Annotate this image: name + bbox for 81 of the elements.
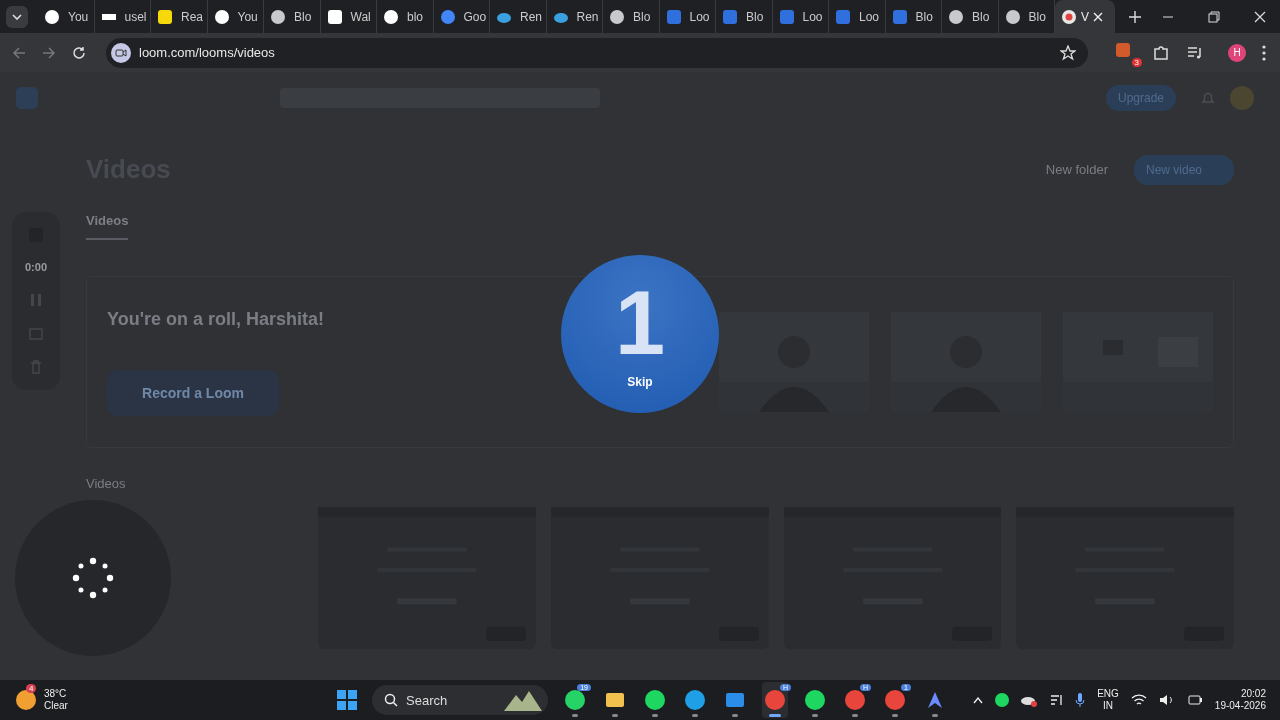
spotify-tray-icon[interactable] <box>995 693 1010 707</box>
notification-badge: 4 <box>26 684 37 693</box>
address-bar[interactable]: loom.com/looms/videos <box>106 37 1088 68</box>
notification-badge: 3 <box>1131 57 1142 67</box>
favicon-icon <box>383 8 399 25</box>
new-tab-icon[interactable] <box>1129 10 1141 23</box>
weather-condition: Clear <box>44 700 68 712</box>
tab-title: Ren <box>576 9 599 24</box>
close-icon[interactable] <box>1254 10 1266 23</box>
tab-title: Blo <box>1028 9 1046 24</box>
favicon-icon <box>948 8 964 25</box>
tab-title: You <box>237 9 258 24</box>
profile-avatar[interactable]: H <box>1228 43 1246 62</box>
favicon-icon <box>270 8 286 25</box>
reload-icon[interactable] <box>72 45 86 60</box>
app-icon <box>884 689 906 711</box>
extension-icon[interactable] <box>1116 42 1130 57</box>
tab-search-button[interactable] <box>6 5 28 28</box>
chevron-up-icon[interactable] <box>973 696 984 704</box>
tab-title: usel <box>124 9 147 24</box>
tab-title: Loo <box>859 9 880 24</box>
search-icon <box>384 693 398 707</box>
tab-title: Blo <box>294 9 312 24</box>
menu-icon[interactable] <box>1262 44 1266 61</box>
battery-icon[interactable] <box>1186 693 1203 707</box>
restart-icon[interactable] <box>29 326 43 341</box>
favicon-icon <box>1004 8 1021 25</box>
tab-title: Goo <box>463 9 487 24</box>
mountain-icon <box>504 689 542 711</box>
tab-title: blo <box>407 9 423 24</box>
wifi-icon[interactable] <box>1130 693 1147 707</box>
clock[interactable]: 20:02 19-04-2026 <box>1214 688 1266 712</box>
back-icon[interactable] <box>12 45 26 60</box>
favicon-icon <box>213 8 230 25</box>
app-icon <box>764 689 786 711</box>
tab-title: Rea <box>181 9 203 24</box>
favicon-icon <box>44 8 60 25</box>
language-indicator[interactable]: ENG IN <box>1097 688 1119 712</box>
site-info-icon[interactable] <box>111 42 131 63</box>
tab-title: Wal <box>350 9 371 24</box>
taskbar-search[interactable]: Search <box>372 685 548 715</box>
countdown-number: 1 <box>614 278 666 368</box>
favicon-icon <box>891 8 908 25</box>
favicon-icon <box>1061 8 1077 25</box>
tab-title: Blo <box>633 9 651 24</box>
app-icon <box>684 689 706 711</box>
tab-title: V <box>1081 9 1089 24</box>
tab-title: Blo <box>746 9 764 24</box>
app-icon <box>804 689 826 711</box>
browser-tab[interactable]: V <box>1055 0 1115 33</box>
chevron-down-icon <box>12 13 22 20</box>
section-heading: Videos <box>86 476 127 491</box>
tab-title: You <box>68 9 89 24</box>
tab-title: Loo <box>802 9 823 24</box>
app-icon <box>564 689 586 711</box>
favicon-icon <box>439 8 456 25</box>
app-icon <box>644 689 666 711</box>
favicon-icon <box>665 8 682 25</box>
microphone-icon[interactable] <box>1075 692 1086 708</box>
favicon-icon <box>835 8 851 25</box>
start-icon[interactable] <box>336 689 358 711</box>
tab-title: Blo <box>915 9 933 24</box>
recording-timer: 0:00 <box>25 261 47 274</box>
skip-button[interactable]: Skip <box>621 374 659 390</box>
restore-icon[interactable] <box>1208 10 1220 23</box>
favicon-icon <box>157 8 173 25</box>
close-icon[interactable] <box>1093 11 1103 22</box>
tab-title: Loo <box>689 9 710 24</box>
tab-title: Blo <box>972 9 990 24</box>
banner-heading: You're on a roll, Harshita! <box>107 308 325 330</box>
speaker-icon[interactable] <box>1158 693 1175 707</box>
tab-title: Ren <box>520 9 542 24</box>
favicon-icon <box>609 8 625 25</box>
favicon-icon <box>326 8 343 25</box>
app-icon <box>844 689 866 711</box>
temperature: 38°C <box>44 688 68 700</box>
loading-spinner-icon <box>72 557 114 599</box>
favicon-icon <box>722 8 738 25</box>
bookmark-star-icon[interactable] <box>1060 44 1076 61</box>
forward-icon[interactable] <box>42 45 56 60</box>
favicon-icon <box>778 8 795 25</box>
